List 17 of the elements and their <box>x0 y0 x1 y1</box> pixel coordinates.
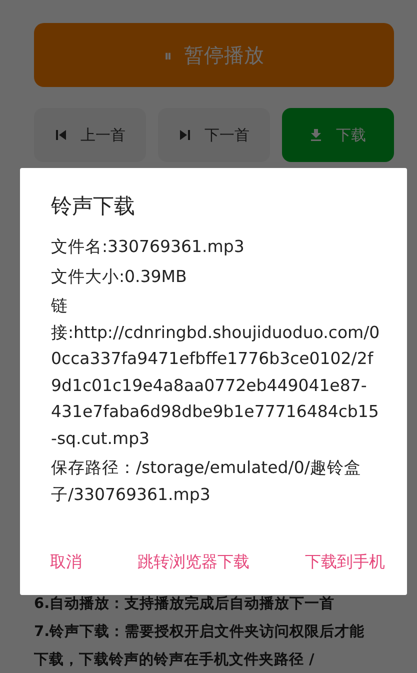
skip-previous-icon <box>54 129 66 141</box>
pause-button[interactable]: ⏸ 暂停播放 <box>34 23 394 87</box>
info-text: 文件名:330769361.mp3 <box>51 236 246 258</box>
info-text: 保存路径：/storage/emulated/0/趣铃盒子/330769361.mp3 <box>51 457 362 506</box>
download-icon <box>310 129 322 141</box>
dialog-button[interactable]: 取消 <box>46 546 86 579</box>
next-button[interactable]: 下一首 <box>158 108 270 162</box>
feature-text: 7.铃声下载：需要授权开启文件夹访问权限后才能下载，下载铃声的铃声在手机文件夹路径 / <box>34 622 366 670</box>
dialog-button[interactable]: 跳转浏览器下载 <box>134 546 254 579</box>
info-text: 链接:http://cdnringbd.shoujiduoduo.com/00cca337fa9471efbffe1776b3ce0102/2f9d1c01c19e4a8aa0772eb449041e87-431e7faba6d98dbe9b1e77716484cb15-sq.cut.mp3 <box>51 295 381 450</box>
feature-text: 6.自动播放：支持播放完成后自动播放下一首 <box>34 594 336 614</box>
skip-next-icon <box>178 129 190 141</box>
previous-button[interactable]: 上一首 <box>34 108 146 162</box>
dialog-button[interactable]: 下载到手机 <box>301 546 389 579</box>
info-text: 文件大小:0.39MB <box>51 266 188 288</box>
download-button[interactable]: 下载 <box>282 108 394 162</box>
dialog-title: 铃声下载 <box>51 193 136 220</box>
